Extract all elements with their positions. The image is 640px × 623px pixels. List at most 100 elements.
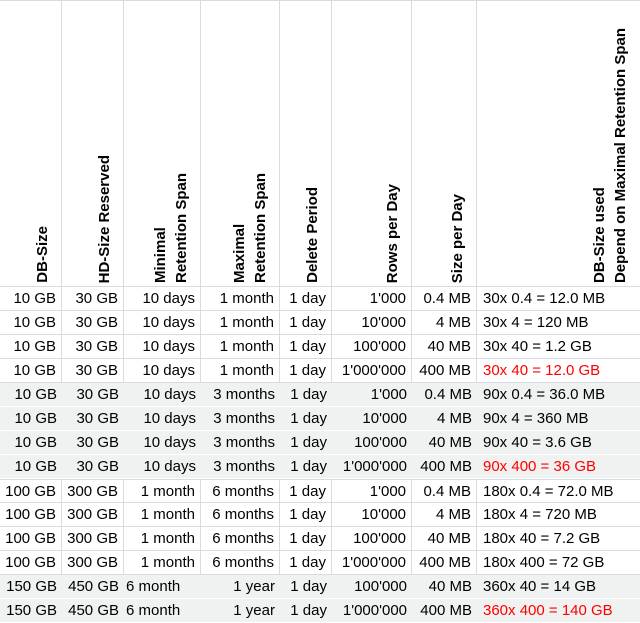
cell[interactable]: 30x 40 = 12.0 GB [477, 359, 640, 383]
cell[interactable]: 6 month [124, 575, 201, 599]
cell[interactable]: 1'000'000 [332, 599, 412, 623]
cell[interactable]: 1 day [280, 431, 332, 455]
cell[interactable]: 30x 40 = 1.2 GB [477, 335, 640, 359]
cell[interactable]: 1'000'000 [332, 359, 412, 383]
cell[interactable]: 150 GB [0, 599, 62, 623]
cell[interactable]: 10 days [124, 335, 201, 359]
cell[interactable]: 180x 400 = 72 GB [477, 551, 640, 575]
cell[interactable]: 1 day [280, 503, 332, 527]
cell[interactable]: 30 GB [62, 287, 124, 311]
cell[interactable]: 1 day [280, 335, 332, 359]
cell[interactable]: 10 GB [0, 383, 62, 407]
cell[interactable]: 360x 40 = 14 GB [477, 575, 640, 599]
cell[interactable]: 1 day [280, 575, 332, 599]
cell[interactable]: 100'000 [332, 527, 412, 551]
cell[interactable]: 30x 4 = 120 MB [477, 311, 640, 335]
column-header-db-size-used[interactable]: DB-Size used Depend on Maximal Retention… [477, 1, 640, 287]
cell[interactable]: 1 month [201, 287, 280, 311]
cell[interactable]: 180x 4 = 720 MB [477, 503, 640, 527]
cell[interactable]: 100 GB [0, 503, 62, 527]
cell[interactable]: 90x 40 = 3.6 GB [477, 431, 640, 455]
column-header-size-per-day[interactable]: Size per Day [412, 1, 477, 287]
cell[interactable]: 6 months [201, 479, 280, 503]
cell[interactable]: 4 MB [412, 407, 477, 431]
cell[interactable]: 0.4 MB [412, 287, 477, 311]
cell[interactable]: 30 GB [62, 383, 124, 407]
cell[interactable]: 1 year [201, 599, 280, 623]
cell[interactable]: 400 MB [412, 551, 477, 575]
cell[interactable]: 1 day [280, 287, 332, 311]
cell[interactable]: 3 months [201, 431, 280, 455]
cell[interactable]: 180x 0.4 = 72.0 MB [477, 479, 640, 503]
cell[interactable]: 100 GB [0, 551, 62, 575]
cell[interactable]: 40 MB [412, 527, 477, 551]
cell[interactable]: 300 GB [62, 503, 124, 527]
cell[interactable]: 10 days [124, 455, 201, 479]
cell[interactable]: 0.4 MB [412, 479, 477, 503]
column-header-hd-size-reserved[interactable]: HD-Size Reserved [62, 1, 124, 287]
cell[interactable]: 10 days [124, 431, 201, 455]
cell[interactable]: 6 month [124, 599, 201, 623]
cell[interactable]: 1 day [280, 311, 332, 335]
cell[interactable]: 6 months [201, 551, 280, 575]
cell[interactable]: 1 day [280, 455, 332, 479]
cell[interactable]: 300 GB [62, 527, 124, 551]
cell[interactable]: 10 days [124, 311, 201, 335]
cell[interactable]: 1 day [280, 407, 332, 431]
cell[interactable]: 1 month [124, 551, 201, 575]
cell[interactable]: 360x 400 = 140 GB [477, 599, 640, 623]
cell[interactable]: 1 day [280, 599, 332, 623]
cell[interactable]: 100'000 [332, 335, 412, 359]
cell[interactable]: 10'000 [332, 503, 412, 527]
cell[interactable]: 100 GB [0, 479, 62, 503]
cell[interactable]: 1 month [124, 527, 201, 551]
cell[interactable]: 10 days [124, 407, 201, 431]
cell[interactable]: 1 day [280, 479, 332, 503]
cell[interactable]: 400 MB [412, 359, 477, 383]
cell[interactable]: 30x 0.4 = 12.0 MB [477, 287, 640, 311]
cell[interactable]: 10'000 [332, 407, 412, 431]
cell[interactable]: 1 day [280, 383, 332, 407]
cell[interactable]: 30 GB [62, 311, 124, 335]
cell[interactable]: 30 GB [62, 431, 124, 455]
cell[interactable]: 10 days [124, 383, 201, 407]
cell[interactable]: 30 GB [62, 335, 124, 359]
cell[interactable]: 10 GB [0, 335, 62, 359]
cell[interactable]: 300 GB [62, 479, 124, 503]
cell[interactable]: 150 GB [0, 575, 62, 599]
cell[interactable]: 1 month [124, 503, 201, 527]
cell[interactable]: 450 GB [62, 599, 124, 623]
cell[interactable]: 10 GB [0, 287, 62, 311]
cell[interactable]: 100'000 [332, 575, 412, 599]
cell[interactable]: 1 day [280, 359, 332, 383]
cell[interactable]: 10 GB [0, 431, 62, 455]
column-header-minimal-retention-span[interactable]: Minimal Retention Span [124, 1, 201, 287]
cell[interactable]: 30 GB [62, 359, 124, 383]
cell[interactable]: 6 months [201, 503, 280, 527]
cell[interactable]: 180x 40 = 7.2 GB [477, 527, 640, 551]
cell[interactable]: 90x 0.4 = 36.0 MB [477, 383, 640, 407]
cell[interactable]: 3 months [201, 383, 280, 407]
cell[interactable]: 1 day [280, 527, 332, 551]
column-header-maximal-retention-span[interactable]: Maximal Retention Span [201, 1, 280, 287]
cell[interactable]: 10 days [124, 287, 201, 311]
cell[interactable]: 400 MB [412, 455, 477, 479]
cell[interactable]: 1 month [201, 335, 280, 359]
cell[interactable]: 30 GB [62, 455, 124, 479]
cell[interactable]: 400 MB [412, 599, 477, 623]
cell[interactable]: 1'000 [332, 287, 412, 311]
cell[interactable]: 40 MB [412, 431, 477, 455]
cell[interactable]: 3 months [201, 407, 280, 431]
cell[interactable]: 100 GB [0, 527, 62, 551]
column-header-db-size[interactable]: DB-Size [0, 1, 62, 287]
cell[interactable]: 90x 400 = 36 GB [477, 455, 640, 479]
cell[interactable]: 1'000 [332, 383, 412, 407]
column-header-rows-per-day[interactable]: Rows per Day [332, 1, 412, 287]
cell[interactable]: 1 month [124, 479, 201, 503]
cell[interactable]: 1'000 [332, 479, 412, 503]
cell[interactable]: 10 GB [0, 311, 62, 335]
cell[interactable]: 4 MB [412, 503, 477, 527]
cell[interactable]: 1'000'000 [332, 551, 412, 575]
cell[interactable]: 1 year [201, 575, 280, 599]
cell[interactable]: 1 month [201, 311, 280, 335]
